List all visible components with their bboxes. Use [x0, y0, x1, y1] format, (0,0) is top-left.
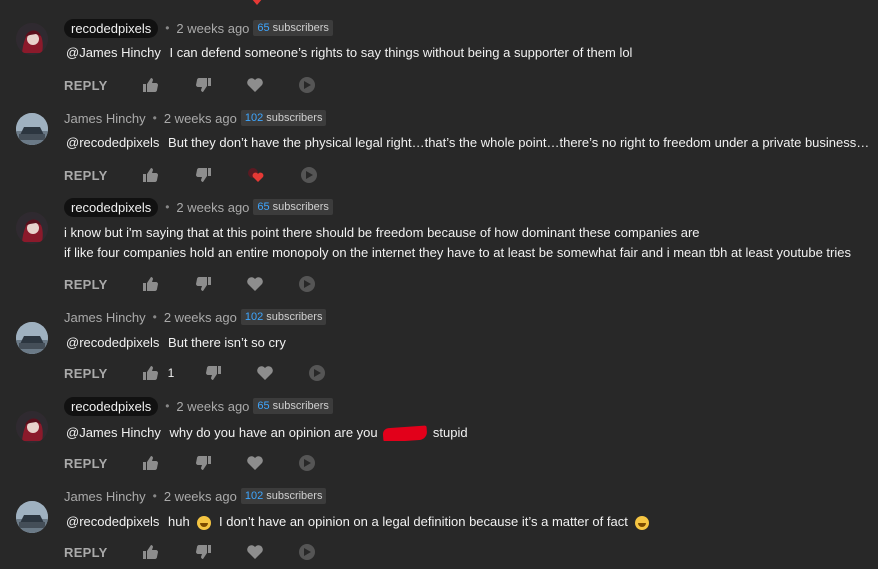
subscriber-count: 65 — [257, 22, 270, 34]
comment-author[interactable]: James Hinchy — [64, 310, 146, 325]
subscriber-label: subscribers — [266, 490, 323, 502]
comment-text: @James Hinchy why do you have an opinion… — [66, 425, 468, 441]
reply-button[interactable]: REPLY — [64, 277, 108, 292]
thumbs-up-icon[interactable] — [142, 365, 160, 381]
heart-icon[interactable] — [246, 455, 264, 471]
thumbs-down-icon[interactable] — [204, 365, 222, 381]
reply-arrow-icon[interactable] — [298, 455, 316, 471]
thumbs-down-icon[interactable] — [194, 167, 212, 183]
separator-dot: • — [152, 310, 157, 324]
subscriber-label: subscribers — [266, 311, 323, 323]
avatar[interactable] — [16, 212, 48, 244]
redaction-mark — [382, 425, 428, 441]
subscriber-badge: 65 subscribers — [253, 199, 333, 215]
thumbs-down-icon[interactable] — [194, 455, 212, 471]
comment-item: James Hinchy • 2 weeks ago 102 subscriber… — [0, 90, 878, 183]
comment-item: recodedpixels • 2 weeks ago 65 subscriber… — [0, 189, 878, 292]
thumbs-up-icon[interactable] — [142, 167, 160, 183]
comment-text: @recodedpixels But there isn’t so cry — [66, 335, 286, 350]
comment-author[interactable]: recodedpixels — [64, 197, 159, 217]
comment-body: But there isn’t so cry — [168, 335, 286, 350]
reply-button[interactable]: REPLY — [64, 366, 108, 381]
comment-item: James Hinchy • 2 weeks ago 102 subscriber… — [0, 478, 878, 568]
subscriber-count: 102 — [244, 490, 264, 502]
comment-body: I don’t have an opinion on a legal defin… — [219, 514, 628, 529]
creator-heart-icon[interactable] — [246, 167, 266, 183]
subscriber-badge: 102 subscribers — [240, 309, 327, 325]
comment-item: James Hinchy • 2 weeks ago 102 subscriber… — [0, 299, 878, 389]
avatar[interactable] — [16, 411, 48, 443]
comment-body: I can defend someone’s rights to say thi… — [169, 45, 633, 60]
comment-body: But they don’t have the physical legal r… — [168, 135, 872, 150]
reply-arrow-icon[interactable] — [298, 544, 316, 560]
thumbs-up-icon[interactable] — [142, 276, 160, 292]
reply-arrow-icon[interactable] — [298, 276, 316, 292]
heart-icon[interactable] — [246, 276, 264, 292]
reply-button[interactable]: REPLY — [64, 545, 108, 560]
subscriber-count: 102 — [244, 112, 264, 124]
thumbs-up-icon[interactable] — [142, 544, 160, 560]
mention-link[interactable]: @James Hinchy — [66, 425, 161, 440]
subscriber-label: subscribers — [266, 112, 323, 124]
mention-link[interactable]: @James Hinchy — [66, 45, 161, 60]
subscriber-count: 102 — [244, 311, 264, 323]
laughing-emoji-icon — [197, 515, 212, 530]
comment-text: @recodedpixels But they don’t have the p… — [66, 135, 872, 150]
avatar[interactable] — [16, 501, 48, 533]
comment-body-line: if like four companies hold an entire mo… — [64, 245, 851, 260]
heart-icon[interactable] — [246, 544, 264, 560]
thumbs-down-icon[interactable] — [194, 544, 212, 560]
mention-link[interactable]: @recodedpixels — [66, 135, 159, 150]
subscriber-label: subscribers — [272, 22, 329, 34]
comment-timestamp[interactable]: 2 weeks ago — [164, 310, 237, 325]
comment-author[interactable]: recodedpixels — [64, 396, 159, 416]
thumbs-down-icon[interactable] — [194, 276, 212, 292]
comment-text: i know but i'm saying that at this point… — [64, 223, 851, 263]
subscriber-badge: 65 subscribers — [253, 20, 333, 36]
avatar[interactable] — [16, 23, 48, 55]
comment-timestamp[interactable]: 2 weeks ago — [176, 21, 249, 36]
subscriber-badge: 102 subscribers — [240, 488, 327, 504]
laughing-emoji-icon — [635, 515, 650, 530]
avatar[interactable] — [16, 322, 48, 354]
comment-author[interactable]: James Hinchy — [64, 489, 146, 504]
comment-author[interactable]: James Hinchy — [64, 111, 146, 126]
avatar[interactable] — [16, 113, 48, 145]
comment-timestamp[interactable]: 2 weeks ago — [176, 200, 249, 215]
separator-dot: • — [152, 489, 157, 503]
comment-body: stupid — [432, 425, 468, 440]
subscriber-badge: 102 subscribers — [240, 110, 327, 126]
comment-author[interactable]: recodedpixels — [64, 18, 159, 38]
comment-timestamp[interactable]: 2 weeks ago — [164, 111, 237, 126]
subscriber-count: 65 — [257, 201, 270, 213]
reply-button[interactable]: REPLY — [64, 168, 108, 183]
mention-link[interactable]: @recodedpixels — [66, 335, 159, 350]
heart-icon[interactable] — [256, 365, 274, 381]
separator-dot: • — [152, 111, 157, 125]
comment-item: recodedpixels • 2 weeks ago 65 subscriber… — [0, 0, 878, 93]
mention-link[interactable]: @recodedpixels — [66, 514, 159, 529]
reply-arrow-icon[interactable] — [300, 167, 318, 183]
comment-timestamp[interactable]: 2 weeks ago — [164, 489, 237, 504]
comment-item: recodedpixels • 2 weeks ago 65 subscriber… — [0, 388, 878, 478]
separator-dot: • — [165, 399, 170, 413]
reply-button[interactable]: REPLY — [64, 456, 108, 471]
comment-body: why do you have an opinion are you — [169, 425, 378, 440]
subscriber-count: 65 — [257, 400, 270, 412]
comment-body-line: i know but i'm saying that at this point… — [64, 225, 700, 240]
thumbs-up-icon[interactable] — [142, 455, 160, 471]
separator-dot: • — [165, 21, 170, 35]
comment-body: huh — [168, 514, 190, 529]
separator-dot: • — [165, 200, 170, 214]
reply-arrow-icon[interactable] — [308, 365, 326, 381]
comment-timestamp[interactable]: 2 weeks ago — [176, 399, 249, 414]
subscriber-label: subscribers — [272, 201, 329, 213]
like-count: 1 — [167, 366, 175, 380]
comment-text: @recodedpixels huh I don’t have an opini… — [66, 514, 653, 530]
comment-text: @James Hinchy I can defend someone’s rig… — [66, 45, 632, 60]
subscriber-badge: 65 subscribers — [253, 398, 333, 414]
subscriber-label: subscribers — [272, 400, 329, 412]
